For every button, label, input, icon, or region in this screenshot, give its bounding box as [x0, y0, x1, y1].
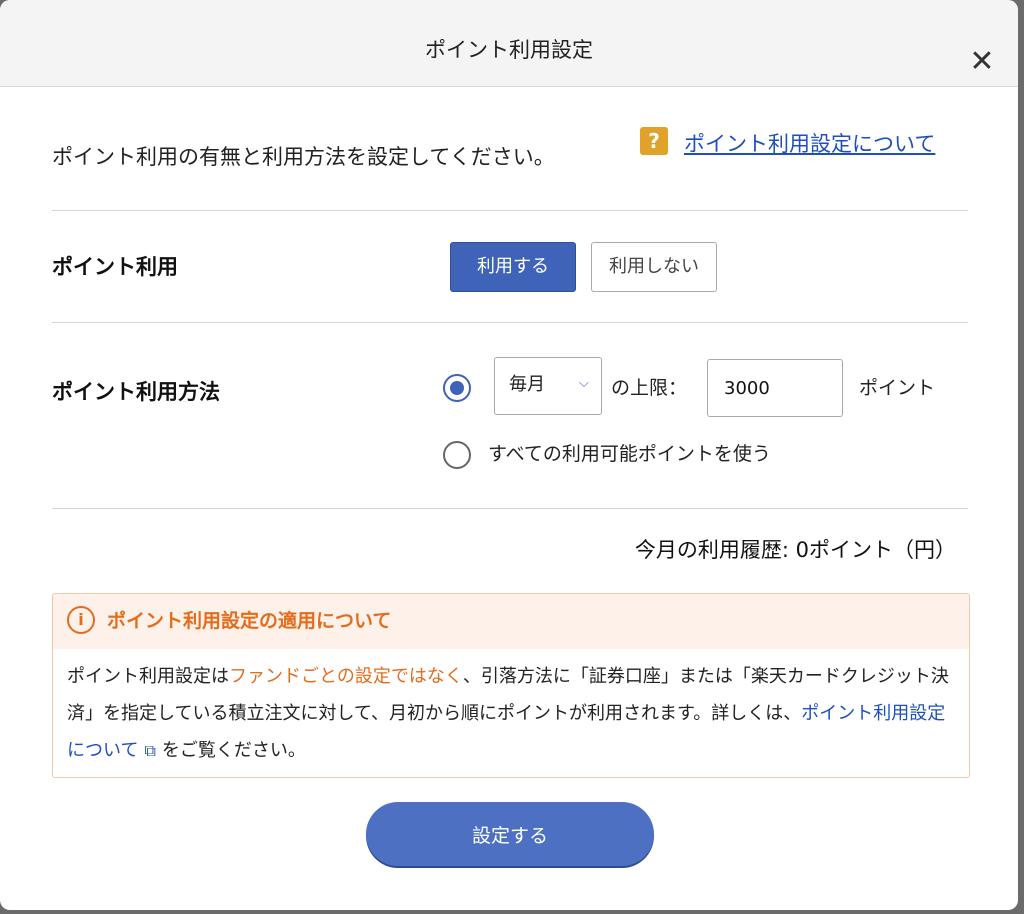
intro-text: ポイント利用の有無と利用方法を設定してください。 [52, 145, 555, 169]
modal-header: ポイント利用設定 ✕ [0, 0, 1018, 87]
all-points-label: すべての利用可能ポイントを使う [488, 443, 771, 465]
notice-title: ポイント利用設定の適用について [107, 610, 392, 632]
submit-button[interactable]: 設定する [366, 802, 654, 866]
point-usage-label: ポイント利用 [52, 255, 178, 279]
divider [52, 210, 968, 211]
limit-label: の上限： [611, 377, 688, 399]
notice-box: i ポイント利用設定の適用について ポイント利用設定はファンドごとの設定ではなく… [52, 593, 970, 778]
point-settings-modal: ポイント利用設定 ✕ ポイント利用の有無と利用方法を設定してください。 ? ポイ… [0, 0, 1018, 910]
unit-label: ポイント [859, 377, 936, 399]
close-icon[interactable]: ✕ [966, 46, 998, 78]
all-points-radio[interactable] [443, 441, 471, 469]
chevron-down-icon: ⌵ [579, 376, 589, 391]
notice-text: ポイント利用設定は [67, 666, 229, 687]
notice-header: i ポイント利用設定の適用について [53, 594, 969, 649]
usage-history: 今月の利用履歴: 0ポイント（円） [634, 538, 956, 562]
modal-title: ポイント利用設定 [425, 38, 593, 62]
divider [52, 322, 968, 323]
limit-input[interactable] [707, 359, 843, 417]
notice-highlight: ファンドごとの設定ではなく [229, 666, 463, 687]
external-link-icon[interactable]: ⧉ [144, 741, 155, 760]
notice-body: ポイント利用設定はファンドごとの設定ではなく、引落方法に「証券口座」または「楽天… [67, 658, 957, 769]
no-points-button[interactable]: 利用しない [591, 242, 717, 292]
notice-text: をご覧ください。 [161, 740, 306, 761]
question-icon: ? [640, 127, 668, 155]
info-icon: i [67, 606, 95, 634]
help-link[interactable]: ポイント利用設定について [684, 130, 935, 158]
usage-method-label: ポイント利用方法 [52, 380, 220, 404]
divider [52, 508, 968, 509]
period-select-value: 毎月 [509, 374, 545, 395]
use-points-button[interactable]: 利用する [450, 242, 576, 292]
period-select[interactable]: 毎月 ⌵ [494, 357, 602, 415]
limit-radio[interactable] [443, 374, 471, 402]
